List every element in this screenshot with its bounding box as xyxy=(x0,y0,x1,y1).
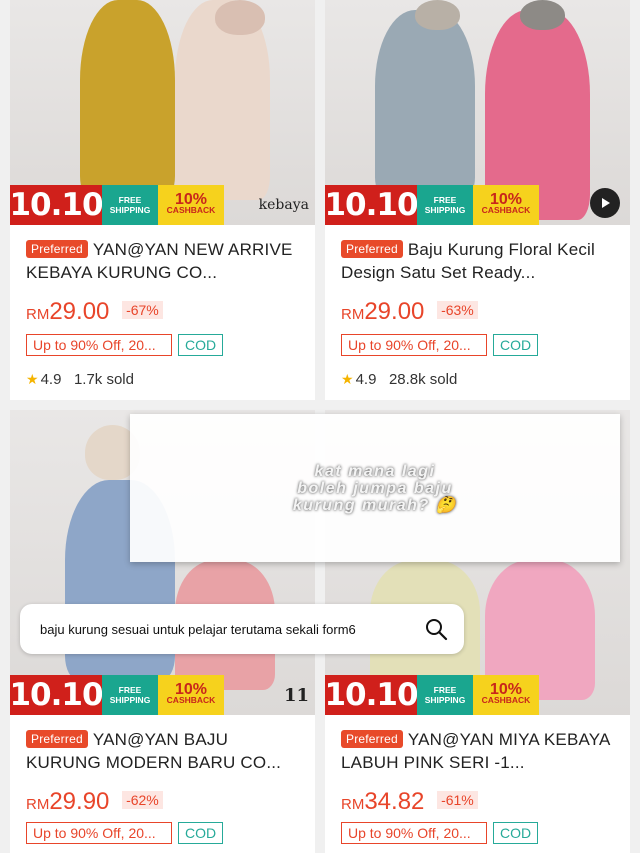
cod-tag: COD xyxy=(493,334,539,356)
cashback-badge: 10% CASHBACK xyxy=(158,675,224,715)
rating-sold: ★ 4.9 28.8k sold xyxy=(341,371,458,388)
voucher-tag: Up to 90% Off, 20... xyxy=(26,334,172,356)
play-icon xyxy=(602,198,610,208)
product-title[interactable]: Preferred Baju Kurung Floral Kecil Design… xyxy=(341,238,618,284)
play-video-button[interactable] xyxy=(590,188,620,218)
promo-banner: 10.10 FREE SHIPPING 10% CASHBACK xyxy=(325,675,545,715)
sale-1010-label: 10.10 xyxy=(10,675,104,715)
discount-badge: -67% xyxy=(122,301,163,319)
preferred-badge: Preferred xyxy=(26,730,88,748)
product-card[interactable]: 10.10 FREE SHIPPING 10% CASHBACK kebaya Pr… xyxy=(10,0,315,400)
free-shipping-badge: FREE SHIPPING xyxy=(417,185,473,225)
preferred-badge: Preferred xyxy=(341,240,403,258)
voucher-tag: Up to 90% Off, 20... xyxy=(341,822,487,844)
sale-1010-label: 10.10 xyxy=(325,185,419,225)
discount-badge: -61% xyxy=(437,791,478,809)
cashback-badge: 10% CASHBACK xyxy=(473,675,539,715)
caption-text: kat mana lagi boleh jumpa baju kurung mu… xyxy=(292,462,458,514)
promo-banner: 10.10 FREE SHIPPING 10% CASHBACK kebaya xyxy=(10,185,315,225)
cod-tag: COD xyxy=(493,822,539,844)
voucher-tag: Up to 90% Off, 20... xyxy=(26,822,172,844)
product-image[interactable]: 10.10 FREE SHIPPING 10% CASHBACK xyxy=(325,0,630,225)
search-query-text[interactable]: baju kurung sesuai untuk pelajar terutam… xyxy=(40,622,424,637)
star-icon: ★ xyxy=(26,371,39,387)
free-shipping-badge: FREE SHIPPING xyxy=(102,675,158,715)
preferred-badge: Preferred xyxy=(26,240,88,258)
product-price: RM29.00 -63% xyxy=(341,298,478,326)
cod-tag: COD xyxy=(178,822,224,844)
caption-overlay: kat mana lagi boleh jumpa baju kurung mu… xyxy=(130,414,620,562)
brand-tag: kebaya xyxy=(258,197,309,213)
product-card[interactable]: 10.10 FREE SHIPPING 10% CASHBACK Preferred… xyxy=(325,0,630,400)
product-price: RM29.00 -67% xyxy=(26,298,163,326)
promo-banner: 10.10 FREE SHIPPING 10% CASHBACK 11 xyxy=(10,675,315,715)
discount-badge: -63% xyxy=(437,301,478,319)
cashback-badge: 10% CASHBACK xyxy=(473,185,539,225)
product-title[interactable]: Preferred YAN@YAN NEW ARRIVE KEBAYA KURUN… xyxy=(26,238,303,284)
brand-tag: 11 xyxy=(283,684,309,706)
product-title[interactable]: Preferred YAN@YAN BAJU KURUNG MODERN BARU… xyxy=(26,728,303,774)
discount-badge: -62% xyxy=(122,791,163,809)
star-icon: ★ xyxy=(341,371,354,387)
product-image[interactable]: 10.10 FREE SHIPPING 10% CASHBACK kebaya xyxy=(10,0,315,225)
sale-1010-label: 10.10 xyxy=(325,675,419,715)
promo-banner: 10.10 FREE SHIPPING 10% CASHBACK xyxy=(325,185,545,225)
free-shipping-badge: FREE SHIPPING xyxy=(102,185,158,225)
search-icon[interactable] xyxy=(424,617,448,641)
cod-tag: COD xyxy=(178,334,224,356)
search-bar[interactable]: baju kurung sesuai untuk pelajar terutam… xyxy=(20,604,464,654)
product-title[interactable]: Preferred YAN@YAN MIYA KEBAYA LABUH PINK … xyxy=(341,728,618,774)
product-price: RM29.90 -62% xyxy=(26,788,163,816)
cashback-badge: 10% CASHBACK xyxy=(158,185,224,225)
free-shipping-badge: FREE SHIPPING xyxy=(417,675,473,715)
product-price: RM34.82 -61% xyxy=(341,788,478,816)
rating-sold: ★ 4.9 1.7k sold xyxy=(26,371,134,388)
preferred-badge: Preferred xyxy=(341,730,403,748)
sale-1010-label: 10.10 xyxy=(10,185,104,225)
voucher-tag: Up to 90% Off, 20... xyxy=(341,334,487,356)
